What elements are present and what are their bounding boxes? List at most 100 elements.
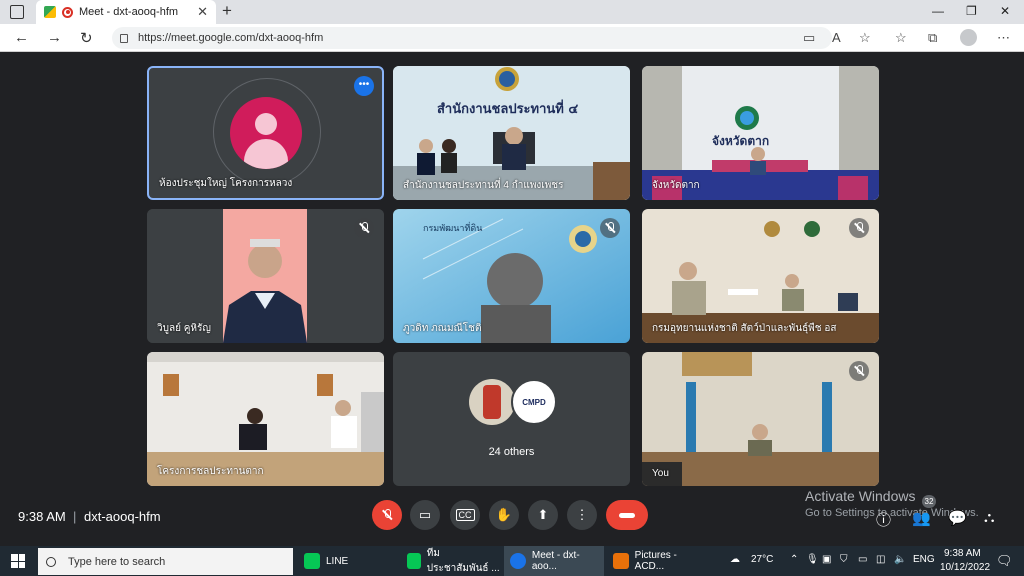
avatar [230, 97, 302, 169]
captions-icon: CC [455, 509, 475, 521]
clock-date[interactable]: 10/12/2022 [940, 562, 990, 573]
favorites-icon[interactable]: ☆ [895, 30, 907, 46]
person-body-icon [244, 139, 288, 169]
back-button[interactable]: ← [14, 29, 29, 46]
taskbar-search[interactable]: Type here to search [38, 548, 293, 575]
collections-icon[interactable]: ⧉ [928, 30, 937, 46]
window-close-button[interactable]: ✕ [1000, 4, 1010, 18]
mic-off-icon [382, 509, 392, 521]
notifications-icon[interactable]: 🗨 [996, 553, 1013, 569]
volume-icon[interactable]: 🔈 [894, 554, 906, 565]
tab-meet[interactable]: Meet - dxt-aooq-hfm ✕ [36, 0, 216, 24]
tab-close-button[interactable]: ✕ [197, 4, 208, 20]
participant-name: โครงการชลประทานตาก [157, 466, 264, 477]
people-icon[interactable]: 👥 [912, 509, 931, 527]
activities-icon[interactable]: ⛬ [984, 509, 995, 526]
search-icon [46, 556, 56, 567]
participant-name: วิบูลย์ คูหิรัญ [157, 323, 211, 334]
meeting-time: 9:38 AM [18, 509, 66, 524]
lock-icon [120, 33, 128, 43]
mic-off-icon [354, 218, 374, 238]
meet-favicon-icon [44, 6, 56, 18]
camera-toggle-button[interactable]: ▭ [410, 500, 440, 530]
taskbar-app-edge[interactable]: Meet - dxt-aoo... [504, 546, 604, 576]
new-tab-button[interactable]: + [222, 1, 232, 21]
mic-off-icon [849, 218, 869, 238]
participant-name: You [652, 468, 669, 479]
participant-tile[interactable]: กรมพัฒนาที่ดิน ภูวดิท ภณมณีโชติ [393, 209, 630, 343]
hangup-icon [619, 512, 635, 518]
windows-taskbar: Type here to search LINE ทีมประชาสัมพันธ… [0, 546, 1024, 576]
search-placeholder: Type here to search [68, 555, 166, 568]
profile-avatar[interactable] [960, 29, 977, 46]
browser-tab-strip: Meet - dxt-aooq-hfm ✕ + — ❐ ✕ [0, 0, 1024, 24]
clock-time[interactable]: 9:38 AM [944, 548, 981, 559]
display-icon[interactable]: ▭ [858, 554, 867, 565]
taskbar-app-line[interactable]: LINE [298, 546, 398, 576]
camera-in-use-icon: ▣ [822, 554, 832, 565]
participant-tile[interactable]: สำนักงานชลประทานที่ ๔ สำนักงานชลประทานที… [393, 66, 630, 200]
recording-icon [62, 6, 73, 18]
input-language[interactable]: ENG [913, 554, 935, 565]
cmpd-logo: CMPD [511, 379, 557, 425]
weather-temperature[interactable]: 27°C [751, 554, 773, 565]
tab-title: Meet - dxt-aooq-hfm [79, 6, 179, 18]
address-bar-row: ← → ↻ https://meet.google.com/dxt-aooq-h… [0, 24, 1024, 52]
maximize-button[interactable]: ❐ [966, 4, 977, 18]
security-icon[interactable]: ⛉ [840, 554, 848, 565]
activation-watermark-title: Activate Windows [805, 488, 916, 504]
line-app-icon [304, 553, 320, 569]
forward-button[interactable]: → [47, 29, 62, 46]
participant-avatar [469, 379, 515, 425]
line-app-icon [407, 553, 421, 569]
taskbar-app-label: LINE [326, 555, 349, 567]
others-tile[interactable]: CMPD 24 others [393, 352, 630, 486]
meeting-code: dxt-aooq-hfm [84, 509, 161, 524]
participant-tile[interactable]: จังหวัดตาก จังหวัดตาก [642, 66, 879, 200]
raise-hand-button[interactable]: ✋ [489, 500, 519, 530]
participant-name: กรมอุทยานแห่งชาติ สัตว์ป่าและพันธุ์พืช อ… [652, 323, 837, 334]
participant-name: สำนักงานชลประทานที่ 4 กำแพงเพชร [403, 180, 564, 191]
participant-name: จังหวัดตาก [652, 180, 700, 191]
mic-in-use-icon: 🎙 [806, 554, 819, 565]
more-options-button[interactable]: ••• [354, 76, 374, 96]
more-options-button[interactable]: ⋮ [567, 500, 597, 530]
reload-button[interactable]: ↻ [80, 29, 93, 47]
others-count: 24 others [488, 446, 535, 458]
acdsee-app-icon [613, 553, 629, 569]
more-menu-icon[interactable]: ⋯ [997, 30, 1010, 46]
taskbar-app-label: ทีมประชาสัมพันธ์ ... [426, 548, 500, 574]
camera-in-use-icon[interactable]: ▭ [803, 30, 815, 46]
captions-button[interactable]: CC [450, 500, 480, 530]
participant-tile[interactable]: วิบูลย์ คูหิรัญ [147, 209, 384, 343]
url-field[interactable]: https://meet.google.com/dxt-aooq-hfm [112, 27, 832, 49]
tab-actions-icon[interactable] [10, 5, 24, 19]
participant-name: ห้องประชุมใหญ่ โครงการหลวง [159, 178, 293, 189]
favorite-star-icon[interactable]: ☆ [859, 30, 871, 46]
info-icon[interactable]: ⓘ [876, 509, 891, 530]
taskbar-app-line-group[interactable]: ทีมประชาสัมพันธ์ ... [401, 546, 501, 576]
mic-off-icon [849, 361, 869, 381]
leave-call-button[interactable] [606, 500, 648, 530]
taskbar-app-label: Pictures - ACD... [634, 550, 677, 572]
read-aloud-icon[interactable]: A [832, 30, 841, 45]
more-vert-icon: ⋮ [575, 507, 589, 522]
network-icon[interactable]: ◫ [876, 554, 885, 565]
edge-app-icon [510, 553, 526, 569]
separator: | [73, 509, 77, 524]
present-button[interactable]: ⬆ [528, 500, 558, 530]
self-tile[interactable]: You [642, 352, 879, 486]
participant-tile[interactable]: โครงการชลประทานตาก [147, 352, 384, 486]
participant-tile[interactable]: ••• ห้องประชุมใหญ่ โครงการหลวง [147, 66, 384, 200]
weather-icon[interactable]: ☁ [730, 554, 740, 565]
hand-icon: ✋ [495, 507, 513, 522]
person-icon [255, 113, 277, 135]
taskbar-app-acdsee[interactable]: Pictures - ACD... [607, 546, 707, 576]
chat-icon[interactable]: 💬 [948, 509, 967, 527]
participant-tile[interactable]: กรมอุทยานแห่งชาติ สัตว์ป่าและพันธุ์พืช อ… [642, 209, 879, 343]
start-button[interactable] [11, 554, 25, 568]
camera-icon: ▭ [418, 507, 432, 522]
tray-overflow-icon[interactable]: ⌃ [790, 554, 798, 565]
minimize-button[interactable]: — [932, 4, 944, 18]
microphone-toggle-button[interactable] [372, 500, 402, 530]
